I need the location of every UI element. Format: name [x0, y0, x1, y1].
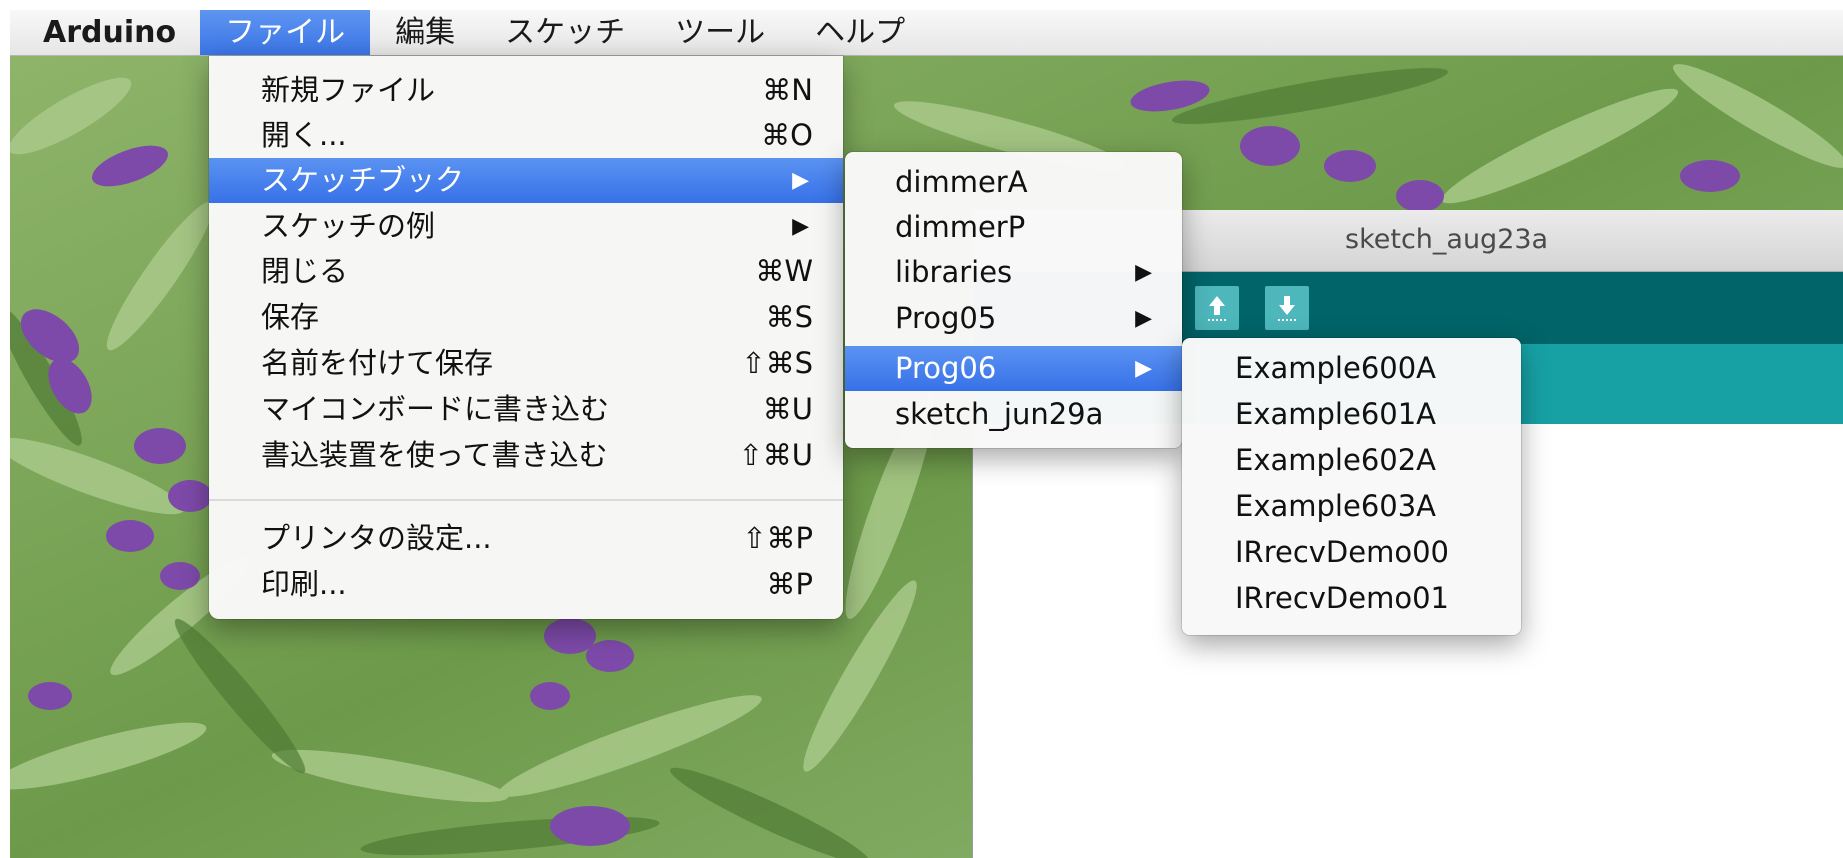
menu-item-save-as[interactable]: 名前を付けて保存 ⇧⌘S: [209, 341, 843, 386]
menubar-tools[interactable]: ツール: [650, 10, 790, 55]
menu-item-page-setup[interactable]: プリンタの設定... ⇧⌘P: [209, 516, 843, 561]
submenu-arrow-icon: ▶: [1135, 356, 1152, 381]
prog06-submenu: Example600A Example601A Example602A Exam…: [1182, 338, 1521, 635]
shortcut-label: ⇧⌘P: [742, 521, 813, 555]
menu-item-upload-programmer[interactable]: 書込装置を使って書き込む ⇧⌘U: [209, 433, 843, 478]
shortcut-label: ⌘S: [765, 300, 813, 334]
menu-separator: [209, 499, 843, 501]
sketchbook-item-prog05[interactable]: Prog05 ▶: [845, 296, 1182, 341]
menu-item-examples[interactable]: スケッチの例 ▶: [209, 204, 843, 249]
submenu-arrow-icon: ▶: [792, 168, 809, 193]
shortcut-label: ⌘U: [762, 392, 813, 426]
example-item[interactable]: IRrecvDemo01: [1182, 576, 1521, 621]
example-item[interactable]: Example601A: [1182, 392, 1521, 437]
upload-arrow-icon[interactable]: [1195, 286, 1239, 330]
sketchbook-item-dimmera[interactable]: dimmerA: [845, 160, 1182, 205]
example-item[interactable]: IRrecvDemo00: [1182, 530, 1521, 575]
sketchbook-item-libraries[interactable]: libraries ▶: [845, 250, 1182, 295]
example-item[interactable]: Example600A: [1182, 346, 1521, 391]
example-item[interactable]: Example602A: [1182, 438, 1521, 483]
sketchbook-submenu: dimmerA dimmerP libraries ▶ Prog05 ▶ Pro…: [845, 152, 1182, 448]
menu-item-close[interactable]: 閉じる ⌘W: [209, 249, 843, 294]
shortcut-label: ⌘P: [766, 567, 814, 601]
shortcut-label: ⇧⌘U: [738, 438, 813, 472]
menu-item-upload[interactable]: マイコンボードに書き込む ⌘U: [209, 387, 843, 432]
window-title: sketch_aug23a: [1345, 224, 1549, 255]
menu-item-print[interactable]: 印刷... ⌘P: [209, 562, 843, 607]
menu-item-sketchbook[interactable]: スケッチブック ▶: [209, 158, 843, 203]
shortcut-label: ⌘W: [755, 254, 813, 288]
submenu-arrow-icon: ▶: [1135, 260, 1152, 285]
save-arrow-icon[interactable]: [1265, 286, 1309, 330]
menu-item-open[interactable]: 開く... ⌘O: [209, 113, 843, 158]
file-menu: 新規ファイル ⌘N 開く... ⌘O スケッチブック ▶ スケッチの例 ▶ 閉じ…: [209, 56, 843, 619]
menu-item-save[interactable]: 保存 ⌘S: [209, 295, 843, 340]
sketchbook-item-prog06[interactable]: Prog06 ▶: [845, 346, 1182, 391]
menubar: Arduino ファイル 編集 スケッチ ツール ヘルプ: [10, 10, 1843, 56]
submenu-arrow-icon: ▶: [1135, 306, 1152, 331]
menu-item-new[interactable]: 新規ファイル ⌘N: [209, 68, 843, 113]
menubar-app-arduino[interactable]: Arduino: [10, 10, 200, 55]
sketchbook-item-dimmerp[interactable]: dimmerP: [845, 205, 1182, 250]
shortcut-label: ⇧⌘S: [741, 346, 813, 380]
menubar-help[interactable]: ヘルプ: [790, 10, 930, 55]
menubar-sketch[interactable]: スケッチ: [480, 10, 650, 55]
menubar-file[interactable]: ファイル: [200, 10, 371, 55]
shortcut-label: ⌘O: [761, 118, 813, 152]
submenu-arrow-icon: ▶: [792, 214, 809, 239]
menubar-edit[interactable]: 編集: [370, 10, 480, 55]
example-item[interactable]: Example603A: [1182, 484, 1521, 529]
shortcut-label: ⌘N: [762, 73, 813, 107]
sketchbook-item-sketch-jun29a[interactable]: sketch_jun29a: [845, 392, 1182, 437]
